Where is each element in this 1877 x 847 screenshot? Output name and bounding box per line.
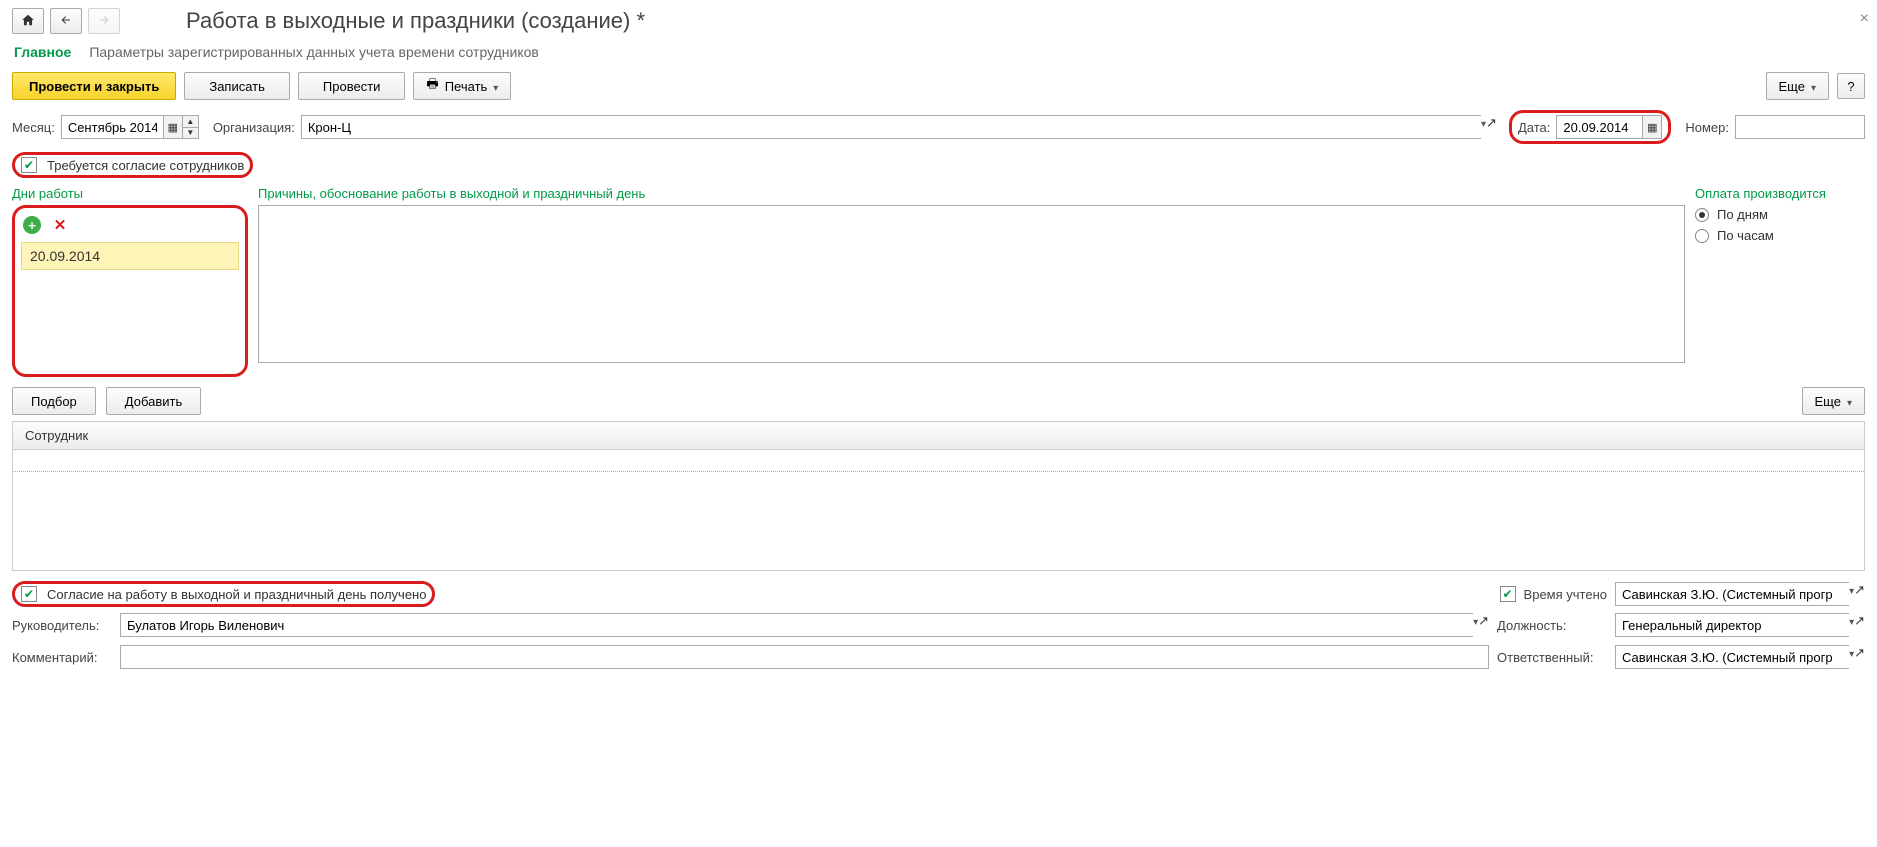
post-and-close-button[interactable]: Провести и закрыть bbox=[12, 72, 176, 100]
number-input[interactable] bbox=[1735, 115, 1865, 139]
comment-input[interactable] bbox=[120, 645, 1489, 669]
home-button[interactable] bbox=[12, 8, 44, 34]
consent-required-label: Требуется согласие сотрудников bbox=[47, 158, 244, 173]
calendar-icon: ▦ bbox=[168, 121, 178, 134]
window-close-button[interactable]: × bbox=[1860, 10, 1869, 28]
month-picker-button[interactable]: ▦ bbox=[163, 115, 183, 139]
org-label: Организация: bbox=[213, 120, 295, 135]
nav-forward-button[interactable] bbox=[88, 8, 120, 34]
position-input[interactable] bbox=[1615, 613, 1849, 637]
open-icon: ↗ bbox=[1486, 115, 1497, 130]
time-counted-checkbox[interactable]: ✔ bbox=[1500, 586, 1516, 602]
pick-button[interactable]: Подбор bbox=[12, 387, 96, 415]
open-icon: ↗ bbox=[1854, 582, 1865, 597]
page-title: Работа в выходные и праздники (создание)… bbox=[186, 8, 645, 34]
arrow-left-icon bbox=[59, 14, 73, 29]
save-button[interactable]: Записать bbox=[184, 72, 290, 100]
manager-input[interactable] bbox=[120, 613, 1473, 637]
nav-back-button[interactable] bbox=[50, 8, 82, 34]
col-employee[interactable]: Сотрудник bbox=[13, 422, 1864, 450]
time-person-open[interactable]: ↗ bbox=[1854, 582, 1865, 606]
table-more-button[interactable]: Еще bbox=[1802, 387, 1865, 415]
month-input[interactable] bbox=[61, 115, 163, 139]
help-button[interactable]: ? bbox=[1837, 73, 1865, 99]
date-label: Дата: bbox=[1518, 120, 1550, 135]
time-counted-label: Время учтено bbox=[1524, 587, 1607, 602]
tab-main[interactable]: Главное bbox=[14, 44, 71, 60]
responsible-label: Ответственный: bbox=[1497, 650, 1607, 665]
position-open[interactable]: ↗ bbox=[1854, 613, 1865, 637]
arrow-right-icon bbox=[97, 14, 111, 29]
responsible-open[interactable]: ↗ bbox=[1854, 645, 1865, 669]
payment-by-hours-radio[interactable] bbox=[1695, 229, 1709, 243]
payment-by-hours-label: По часам bbox=[1717, 228, 1774, 243]
manager-open[interactable]: ↗ bbox=[1478, 613, 1489, 637]
date-input[interactable] bbox=[1556, 115, 1642, 139]
org-input[interactable] bbox=[301, 115, 1481, 139]
consent-received-label: Согласие на работу в выходной и празднич… bbox=[47, 587, 426, 602]
table-row[interactable] bbox=[13, 450, 1864, 472]
days-title: Дни работы bbox=[12, 186, 248, 201]
add-button[interactable]: Добавить bbox=[106, 387, 201, 415]
time-person-input[interactable] bbox=[1615, 582, 1849, 606]
comment-label: Комментарий: bbox=[12, 650, 112, 665]
payment-title: Оплата производится bbox=[1695, 186, 1865, 201]
more-button[interactable]: Еще bbox=[1766, 72, 1829, 100]
add-day-button[interactable]: + bbox=[23, 216, 41, 234]
consent-received-highlight: ✔ Согласие на работу в выходной и праздн… bbox=[12, 581, 435, 607]
post-button[interactable]: Провести bbox=[298, 72, 406, 100]
tab-params[interactable]: Параметры зарегистрированных данных учет… bbox=[89, 44, 539, 60]
days-highlight: + ✕ 20.09.2014 bbox=[12, 205, 248, 377]
payment-by-days-radio[interactable] bbox=[1695, 208, 1709, 222]
consent-received-checkbox[interactable]: ✔ bbox=[21, 586, 37, 602]
printer-icon: 🖶 bbox=[426, 75, 438, 97]
employees-table: Сотрудник bbox=[12, 421, 1865, 571]
chevron-down-icon bbox=[493, 79, 498, 94]
open-icon: ↗ bbox=[1478, 613, 1489, 628]
date-picker-button[interactable]: ▦ bbox=[1642, 115, 1662, 139]
number-label: Номер: bbox=[1685, 120, 1729, 135]
date-highlight: Дата: ▦ bbox=[1509, 110, 1671, 144]
position-label: Должность: bbox=[1497, 618, 1607, 633]
manager-label: Руководитель: bbox=[12, 618, 112, 633]
month-label: Месяц: bbox=[12, 120, 55, 135]
open-icon: ↗ bbox=[1854, 613, 1865, 628]
delete-day-button[interactable]: ✕ bbox=[51, 216, 69, 234]
day-item[interactable]: 20.09.2014 bbox=[21, 242, 239, 270]
chevron-down-icon bbox=[1847, 394, 1852, 409]
month-down-button[interactable]: ▼ bbox=[183, 128, 198, 139]
calendar-icon: ▦ bbox=[1647, 121, 1657, 134]
payment-by-days-label: По дням bbox=[1717, 207, 1768, 222]
consent-required-highlight: ✔ Требуется согласие сотрудников bbox=[12, 152, 253, 178]
chevron-down-icon bbox=[1811, 79, 1816, 94]
reasons-textarea[interactable] bbox=[258, 205, 1685, 363]
open-icon: ↗ bbox=[1854, 645, 1865, 660]
reasons-title: Причины, обоснование работы в выходной и… bbox=[258, 186, 1685, 201]
print-button[interactable]: 🖶 Печать bbox=[413, 72, 511, 100]
home-icon bbox=[21, 13, 35, 30]
month-up-button[interactable]: ▲ bbox=[183, 116, 198, 128]
org-open-button[interactable]: ↗ bbox=[1486, 115, 1497, 139]
consent-required-checkbox[interactable]: ✔ bbox=[21, 157, 37, 173]
responsible-input[interactable] bbox=[1615, 645, 1849, 669]
